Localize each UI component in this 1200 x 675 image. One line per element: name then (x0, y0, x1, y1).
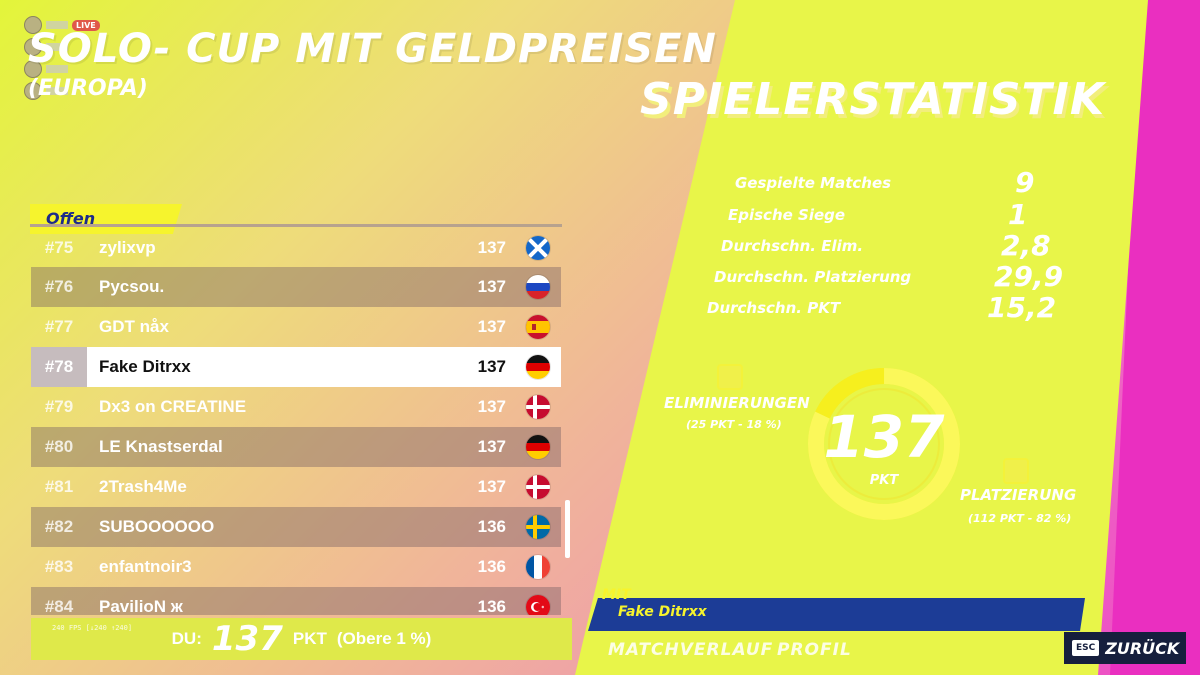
points: 136 (477, 557, 506, 576)
rank: #84 (44, 597, 74, 615)
flag-germany-icon (526, 435, 550, 459)
flag-russia-icon (526, 275, 550, 299)
stat-row: Durchschn. PKT 15,2 (707, 291, 1056, 324)
stat-row: Durchschn. Platzierung 29,9 (714, 260, 1063, 293)
stat-label: Durchschn. Elim. (721, 236, 864, 255)
player-name: zylixvp (99, 238, 156, 257)
points: 137 (477, 277, 506, 296)
leaderboard-row[interactable]: #75 zylixvp 137 (31, 229, 561, 267)
you-label: DU: (171, 629, 202, 648)
stat-label: Gespielte Matches (735, 173, 892, 192)
rank: #80 (44, 437, 74, 456)
party-member-name: Fake Ditrxx (618, 604, 707, 620)
stat-row: Epische Siege 1 (728, 198, 1027, 231)
eliminations-icon (717, 364, 743, 390)
stat-value: 29,9 (994, 260, 1064, 293)
stat-value: 1 (1008, 198, 1028, 231)
rank: #75 (44, 238, 74, 257)
tab-match-history[interactable]: MATCHVERLAUF (608, 640, 773, 660)
player-name: enfantnoir3 (99, 557, 192, 576)
rank: #82 (44, 517, 74, 536)
leaderboard-row[interactable]: #76 Pycsou. 137 (31, 267, 561, 307)
leaderboard-row[interactable]: #77 GDT nåx 137 (31, 307, 561, 347)
points: 137 (477, 317, 506, 336)
flag-denmark-icon (526, 475, 550, 499)
fps-counter: 240 FPS [↓240 ↑240] (52, 624, 133, 632)
flag-scotland-icon (526, 236, 550, 260)
leaderboard-row-self[interactable]: #78 Fake Ditrxx 137 (31, 347, 561, 387)
total-points-unit: PKT (869, 473, 899, 488)
flag-france-icon (526, 555, 550, 579)
stat-row: Gespielte Matches 9 (735, 166, 1034, 199)
rank: #77 (44, 317, 74, 336)
stat-label: Durchschn. Platzierung (714, 267, 912, 286)
stats-heading: SPIELERSTATISTIK (640, 74, 1106, 125)
event-subtitle: (EUROPA) (28, 76, 148, 101)
leaderboard-row[interactable]: #79 Dx3 on CREATINE 137 (31, 387, 561, 427)
flag-turkey-icon (526, 595, 550, 615)
leaderboard-row[interactable]: #82 SUBOOOOOO 136 (31, 507, 561, 547)
stat-row: Durchschn. Elim. 2,8 (721, 229, 1051, 262)
points: 136 (477, 517, 506, 536)
player-name: GDT nåx (99, 317, 169, 336)
points: 137 (477, 357, 506, 376)
esc-key-icon: ESC (1072, 640, 1100, 656)
leaderboard-scrollbar[interactable] (565, 500, 570, 558)
player-name: SUBOOOOOO (99, 517, 215, 536)
stat-value: 2,8 (1001, 229, 1051, 262)
you-unit: PKT (292, 629, 327, 648)
leaderboard-list[interactable]: #75 zylixvp 137 #76 Pycsou. 137 #77 GDT … (31, 227, 561, 615)
leaderboard-row[interactable]: #80 LE Knastserdal 137 (31, 427, 561, 467)
player-name: LE Knastserdal (99, 437, 223, 456)
eliminations-label: ELIMINIERUNGEN (664, 394, 810, 412)
tab-profile[interactable]: PROFIL (777, 640, 852, 660)
rank: #76 (44, 277, 74, 296)
back-button[interactable]: ESC ZURÜCK (1064, 632, 1186, 664)
leaderboard-row[interactable]: #84 PavilioN ж 136 (31, 587, 561, 615)
player-name: Dx3 on CREATINE (99, 397, 247, 416)
stat-label: Epische Siege (728, 205, 846, 224)
back-label: ZURÜCK (1105, 638, 1180, 658)
points: 137 (477, 397, 506, 416)
points-donut: 137 PKT (805, 365, 963, 523)
flag-spain-icon (526, 315, 550, 339)
you-points: 137 (211, 619, 283, 659)
points: 136 (477, 597, 506, 615)
placement-points: (112 PKT - 82 %) (968, 512, 1072, 525)
leaderboard-row[interactable]: #81 2Trash4Me 137 (31, 467, 561, 507)
stat-label: Durchschn. PKT (707, 298, 841, 317)
event-title: SOLO- CUP MIT GELDPREISEN (28, 26, 717, 72)
rank: #79 (44, 397, 74, 416)
stat-value: 9 (1015, 166, 1035, 199)
flag-germany-icon (526, 355, 550, 379)
player-name: PavilioN ж (99, 597, 183, 615)
flag-sweden-icon (526, 515, 550, 539)
total-points: 137 (823, 403, 945, 471)
points: 137 (477, 437, 506, 456)
rank: #83 (44, 557, 74, 576)
points: 137 (477, 238, 506, 257)
placement-icon (1003, 458, 1029, 484)
rank: #78 (31, 347, 87, 387)
stat-value: 15,2 (987, 291, 1057, 324)
placement-label: PLATZIERUNG (960, 486, 1077, 504)
eliminations-points: (25 PKT - 18 %) (686, 418, 782, 431)
flag-denmark-icon (526, 395, 550, 419)
player-name: Fake Ditrxx (99, 357, 191, 376)
rank: #81 (44, 477, 74, 496)
you-percentile: (Obere 1 %) (336, 629, 432, 648)
points: 137 (477, 477, 506, 496)
party-with-label: MIT (602, 587, 631, 603)
player-name: Pycsou. (99, 277, 165, 296)
leaderboard-row[interactable]: #83 enfantnoir3 136 (31, 547, 561, 587)
player-name: 2Trash4Me (99, 477, 187, 496)
